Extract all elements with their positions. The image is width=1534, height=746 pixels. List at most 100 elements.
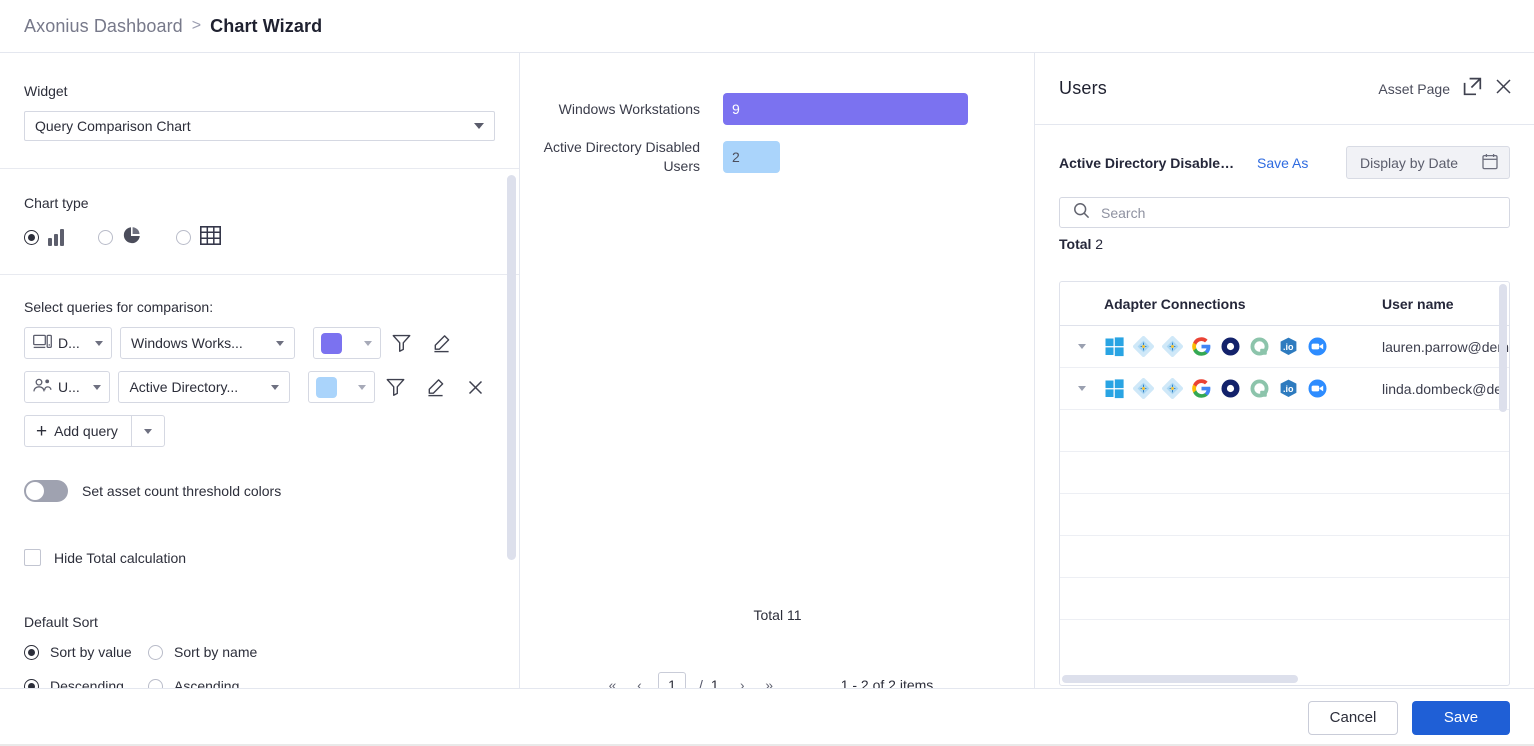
results-drawer-header: Users Asset Page xyxy=(1035,53,1534,125)
query-name-select[interactable]: Windows Works... xyxy=(120,327,295,359)
table-row[interactable]: .io lauren.parrow@dem xyxy=(1060,326,1509,368)
table-vertical-scrollbar[interactable] xyxy=(1499,284,1507,412)
color-swatch xyxy=(321,332,342,354)
widget-select-value: Query Comparison Chart xyxy=(35,118,191,134)
results-query-row: Active Directory Disabled ... Save As Di… xyxy=(1059,146,1510,179)
chart-bar-row: Windows Workstations 9 xyxy=(540,93,968,125)
query-entity-value: U... xyxy=(58,379,80,395)
sort-by-value-label: Sort by value xyxy=(50,644,132,660)
chevron-down-icon xyxy=(474,123,484,129)
threshold-colors-toggle[interactable] xyxy=(24,480,68,502)
external-link-icon[interactable] xyxy=(1463,77,1482,101)
sort-direction-line: Descending Ascending xyxy=(24,678,495,688)
sort-descending-option[interactable]: Descending xyxy=(24,678,148,688)
filter-icon[interactable] xyxy=(375,371,415,403)
save-button[interactable]: Save xyxy=(1412,700,1510,735)
query-entity-select[interactable]: D... xyxy=(24,327,112,359)
chart-type-table-option[interactable] xyxy=(176,225,221,250)
chart-type-bar-option[interactable] xyxy=(24,229,64,246)
google-icon xyxy=(1192,337,1211,356)
azure-ad-icon xyxy=(1133,378,1154,399)
save-as-link[interactable]: Save As xyxy=(1257,155,1308,171)
query-entity-value: D... xyxy=(58,335,80,351)
pencil-icon[interactable] xyxy=(421,327,461,359)
chart-type-bar-radio[interactable] xyxy=(24,230,39,245)
display-by-date-label: Display by Date xyxy=(1360,154,1459,171)
table-row xyxy=(1060,578,1509,620)
chart-type-pie-radio[interactable] xyxy=(98,230,113,245)
adapter-connections-cell: .io xyxy=(1104,378,1382,399)
results-total-value: 2 xyxy=(1095,236,1104,252)
expand-row-button[interactable] xyxy=(1060,344,1104,349)
sort-by-value-radio[interactable] xyxy=(24,644,39,660)
adapter-connections-cell: .io xyxy=(1104,336,1382,357)
sort-by-value-option[interactable]: Sort by value xyxy=(24,644,148,660)
query-actions xyxy=(375,371,495,403)
hide-total-checkbox[interactable] xyxy=(24,549,41,566)
query-entity-select[interactable]: U... xyxy=(24,371,111,403)
display-by-date-button[interactable]: Display by Date xyxy=(1346,146,1510,179)
query-color-select[interactable] xyxy=(313,327,381,359)
results-table: Adapter Connections User name .io lauren… xyxy=(1059,281,1510,686)
query-name-value: Active Directory... xyxy=(129,379,239,395)
sort-by-line: Sort by value Sort by name xyxy=(24,644,495,660)
adapter-connections-column-header[interactable]: Adapter Connections xyxy=(1104,296,1382,312)
user-name-cell: lauren.parrow@dem xyxy=(1381,338,1509,355)
sort-ascending-radio[interactable] xyxy=(148,678,163,688)
settings-panel: Widget Query Comparison Chart Chart type xyxy=(0,53,520,688)
expand-row-button[interactable] xyxy=(1060,386,1104,391)
chart-bar-label: Active Directory Disabled Users xyxy=(543,139,700,174)
wizard-footer: Cancel Save xyxy=(0,688,1534,746)
filter-icon[interactable] xyxy=(381,327,421,359)
io-icon: .io xyxy=(1280,379,1297,397)
breadcrumb-root-link[interactable]: Axonius Dashboard xyxy=(24,16,183,37)
chevron-down-icon xyxy=(93,384,102,390)
query-row: U... Active Directory... xyxy=(24,371,495,403)
chart-type-pie-option[interactable] xyxy=(98,225,142,250)
chart-bar[interactable]: 9 xyxy=(723,93,968,125)
sort-ascending-option[interactable]: Ascending xyxy=(148,678,239,688)
chart-bar-value: 2 xyxy=(732,149,740,165)
azure-ad-icon xyxy=(1162,378,1183,399)
pencil-icon[interactable] xyxy=(415,371,455,403)
table-row xyxy=(1060,536,1509,578)
user-name-cell: linda.dombeck@de xyxy=(1382,380,1503,397)
chevron-down-icon xyxy=(271,384,280,390)
close-icon[interactable] xyxy=(1495,78,1512,100)
add-query-button[interactable]: + Add query xyxy=(24,415,131,447)
windows-icon xyxy=(1105,379,1124,399)
user-name-column-header[interactable]: User name xyxy=(1382,296,1454,312)
cisco-icon xyxy=(1250,337,1269,356)
default-sort-label: Default Sort xyxy=(24,614,98,630)
widget-label: Widget xyxy=(24,83,68,99)
chevron-down-icon xyxy=(358,384,367,390)
widget-select[interactable]: Query Comparison Chart xyxy=(24,111,495,141)
settings-panel-scrollbar[interactable] xyxy=(507,175,516,560)
breadcrumb: Axonius Dashboard > Chart Wizard xyxy=(0,0,1534,53)
chevron-down-icon xyxy=(364,340,372,346)
chart-preview-panel: Windows Workstations 9 Active Directory … xyxy=(520,53,1035,698)
sort-by-name-option[interactable]: Sort by name xyxy=(148,644,257,660)
remove-query-button[interactable] xyxy=(455,371,495,403)
chart-total-label: Total 11 xyxy=(753,607,802,623)
table-horizontal-scrollbar[interactable] xyxy=(1062,675,1298,683)
chart-type-table-radio[interactable] xyxy=(176,230,191,245)
results-drawer: Users Asset Page Active Directory Disabl… xyxy=(1035,53,1534,706)
query-name-select[interactable]: Active Directory... xyxy=(118,371,291,403)
search-input[interactable]: Search xyxy=(1059,197,1510,228)
table-row[interactable]: .io linda.dombeck@de xyxy=(1060,368,1509,410)
query-actions xyxy=(381,327,461,359)
cancel-button[interactable]: Cancel xyxy=(1308,700,1398,735)
asset-page-link[interactable]: Asset Page xyxy=(1378,81,1450,97)
chart-bar[interactable]: 2 xyxy=(723,141,780,173)
search-placeholder: Search xyxy=(1101,204,1146,221)
io-icon: .io xyxy=(1280,337,1297,355)
query-color-select[interactable] xyxy=(308,371,376,403)
default-sort-section: Default Sort Sort by value Sort by name xyxy=(24,614,495,688)
zoom-icon xyxy=(1308,379,1327,398)
sort-by-name-radio[interactable] xyxy=(148,644,163,660)
calendar-icon xyxy=(1482,153,1498,173)
add-query-dropdown-button[interactable] xyxy=(130,415,165,447)
sort-descending-radio[interactable] xyxy=(24,678,39,688)
comparison-bar-chart: Windows Workstations 9 Active Directory … xyxy=(520,53,1035,698)
